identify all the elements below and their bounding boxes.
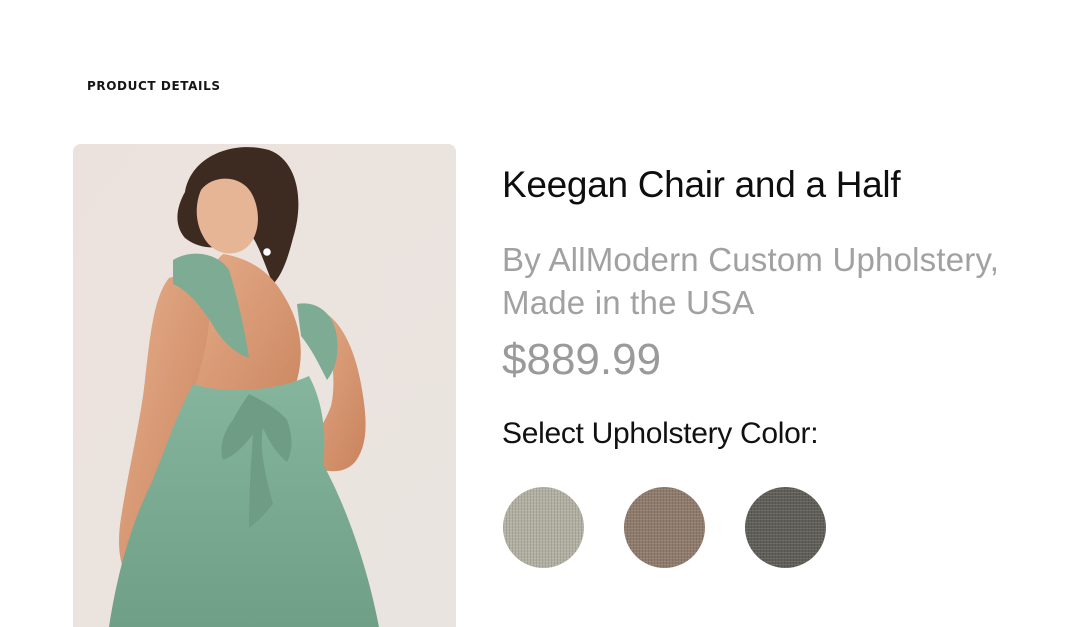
product-price: $889.99 [502, 335, 662, 384]
product-image [73, 144, 456, 627]
product-info: Keegan Chair and a Half By AllModern Cus… [502, 160, 1062, 454]
product-byline: By AllModern Custom Upholstery, Made in … [502, 241, 1000, 321]
section-label: PRODUCT DETAILS [87, 79, 221, 93]
color-swatch-taupe[interactable] [624, 487, 705, 568]
color-swatch-light-gray[interactable] [503, 487, 584, 568]
color-selector-label: Select Upholstery Color: [502, 417, 819, 450]
product-title: Keegan Chair and a Half [502, 164, 901, 205]
color-swatch-list [503, 487, 826, 568]
color-swatch-charcoal[interactable] [745, 487, 826, 568]
